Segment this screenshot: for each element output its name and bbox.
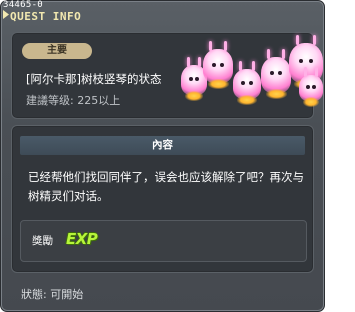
creature-icon xyxy=(299,67,323,107)
quest-type-badge: 主要 xyxy=(22,43,92,59)
creature-icon xyxy=(233,61,261,105)
reward-label: 獎勵 xyxy=(32,235,53,247)
tree-spirit-creatures-illustration xyxy=(181,35,331,115)
reward-box: 獎勵 EXP xyxy=(20,220,307,262)
quest-content-panel: 內容 已经帮他们找回同伴了，误会也应该解除了吧？再次与树精灵们对话。 獎勵 EX… xyxy=(11,125,314,273)
quest-description: 已经帮他们找回同伴了，误会也应该解除了吧？再次与树精灵们对话。 xyxy=(28,170,304,203)
quest-status: 狀態: 可開始 xyxy=(21,288,84,301)
creature-icon xyxy=(261,49,291,99)
title-arrow-icon xyxy=(3,10,9,19)
quest-name: [阿尔卡那]树枝竖琴的状态 xyxy=(26,72,162,86)
quest-info-window: 34465-0 QUEST INFO 主要 [阿尔卡那]树枝竖琴的状态 建議等级… xyxy=(0,0,325,312)
exp-icon: EXP xyxy=(66,230,98,248)
creature-icon xyxy=(203,41,233,89)
quest-id: 34465-0 xyxy=(3,0,44,10)
quest-level-requirement: 建議等级: 225以上 xyxy=(26,94,121,107)
window-title: QUEST INFO xyxy=(10,10,82,23)
content-section-header: 內容 xyxy=(20,136,305,155)
